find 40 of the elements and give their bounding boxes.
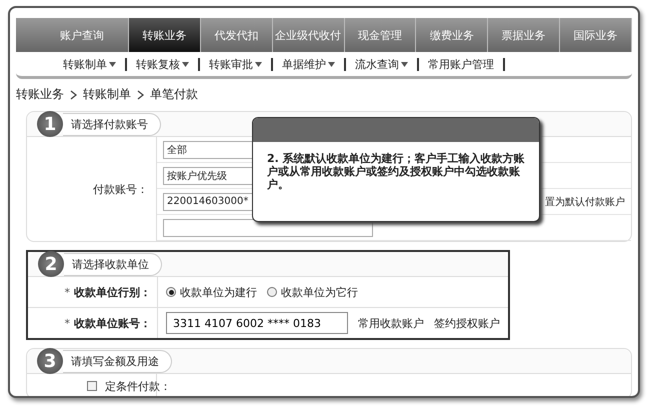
checkbox[interactable] (87, 381, 97, 391)
breadcrumb-item: 单笔付款 (150, 86, 198, 103)
required-mark: * (64, 316, 70, 330)
step-number: 3 (37, 348, 63, 374)
sub-menu-item[interactable]: 转账制单 (63, 58, 107, 70)
input-field[interactable]: 3311 4107 6002 **** 0183 (166, 312, 348, 334)
tooltip: 2. 系统默认收款单位为建行；客户手工输入收款方账户或从常用收款账户或签约及授权账户中勾选收款账户。 (252, 117, 540, 222)
sub-menu-item[interactable]: 流水查询 (355, 58, 399, 70)
field-label: 定条件付款： (105, 378, 171, 394)
nav-tab[interactable]: 缴费业务 (416, 18, 488, 52)
radio-button[interactable] (166, 287, 176, 297)
nav-tab[interactable]: 国际业务 (560, 18, 632, 52)
radio-label: 收款单位为它行 (281, 284, 358, 300)
note-text: 置为默认付款账户 (545, 196, 626, 208)
field-label: 收款单位行别： (74, 284, 151, 300)
section-title: 请填写金额及用途 (63, 350, 172, 372)
nav-tab[interactable]: 票据业务 (488, 18, 560, 52)
link[interactable]: 签约授权账户 (434, 316, 500, 330)
field-label: 付款账号： (93, 182, 148, 196)
nav-tab[interactable]: 现金管理 (344, 18, 416, 52)
sub-menu-item[interactable]: 转账复核 (136, 58, 180, 70)
section-title: 请选择付款账号 (63, 112, 161, 136)
step-number: 1 (37, 111, 63, 137)
sub-menu-item[interactable]: 单据维护 (282, 58, 326, 70)
nav-tab[interactable]: 代发代扣 (200, 18, 273, 52)
section-title: 请选择收款单位 (64, 252, 162, 276)
breadcrumb-item[interactable]: 转账制单 (83, 86, 131, 103)
radio-button[interactable] (267, 287, 277, 297)
chevron-icon (137, 90, 144, 100)
sub-menu-item[interactable]: 常用账户管理 (428, 58, 494, 70)
required-mark: * (64, 286, 70, 298)
link[interactable]: 常用收款账户 (358, 316, 424, 330)
radio-label: 收款单位为建行 (180, 284, 257, 300)
step-number: 2 (38, 251, 64, 277)
sub-menu-item[interactable]: 转账审批 (209, 58, 253, 70)
chevron-icon (70, 90, 77, 100)
field-label: 收款单位账号： (74, 316, 151, 330)
nav-tab[interactable]: 转账业务 (129, 18, 201, 52)
nav-tab[interactable]: 企业级代收付 (272, 18, 345, 52)
breadcrumb-item[interactable]: 转账业务 (16, 86, 64, 103)
